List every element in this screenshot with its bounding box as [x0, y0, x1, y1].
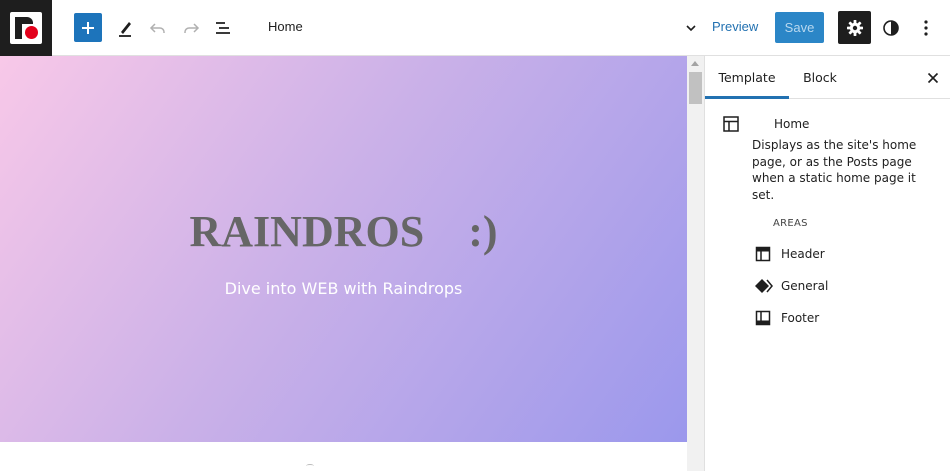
area-label-general: General: [781, 279, 829, 293]
redo-icon: [184, 23, 200, 33]
template-name: Home: [774, 117, 810, 131]
document-title[interactable]: Home: [268, 19, 303, 34]
settings-sidebar: Template Block Home Displays as the site…: [704, 56, 950, 471]
gear-icon: [846, 19, 863, 36]
area-item-general[interactable]: General: [753, 274, 828, 298]
footer-area-icon: [753, 308, 773, 328]
area-label-header: Header: [781, 247, 825, 261]
plus-icon: [82, 21, 94, 34]
more-vertical-icon: [924, 20, 928, 36]
tools-button[interactable]: [111, 14, 139, 42]
canvas-scrollbar[interactable]: [687, 56, 704, 471]
template-description: Displays as the site's home page, or as …: [752, 138, 917, 202]
more-options-button[interactable]: [914, 14, 938, 42]
content-edge: [306, 464, 314, 468]
tab-template[interactable]: Template: [705, 56, 789, 99]
list-view-icon: [216, 22, 230, 34]
styles-button[interactable]: [878, 14, 904, 42]
undo-button[interactable]: [144, 14, 172, 42]
header-area-icon: [753, 244, 773, 264]
add-block-button[interactable]: [74, 13, 102, 42]
site-title[interactable]: RAINDROS :): [0, 206, 687, 257]
settings-button[interactable]: [838, 11, 871, 44]
tab-block[interactable]: Block: [789, 56, 851, 99]
undo-icon: [149, 23, 165, 33]
half-circle-icon: [883, 20, 899, 36]
scrollbar-thumb[interactable]: [689, 72, 702, 104]
list-view-button[interactable]: [209, 14, 237, 42]
pencil-icon: [119, 22, 131, 37]
editor-canvas[interactable]: RAINDROS :) Dive into WEB with Raindrops: [0, 56, 687, 471]
area-item-footer[interactable]: Footer: [753, 306, 819, 330]
hero-cover-block[interactable]: RAINDROS :) Dive into WEB with Raindrops: [0, 56, 687, 442]
preview-button[interactable]: Preview: [712, 19, 758, 34]
site-tagline[interactable]: Dive into WEB with Raindrops: [0, 279, 687, 298]
area-label-footer: Footer: [781, 311, 820, 325]
redo-button[interactable]: [177, 14, 205, 42]
close-icon: [927, 72, 939, 84]
chevron-down-icon: [686, 25, 696, 32]
close-sidebar-button[interactable]: [923, 68, 943, 88]
scroll-up-arrow-icon[interactable]: [691, 61, 699, 66]
document-actions-button[interactable]: [680, 16, 702, 40]
save-button[interactable]: Save: [775, 12, 824, 43]
sidebar-tabs: Template Block: [705, 56, 950, 99]
general-area-icon: [753, 276, 773, 296]
site-logo[interactable]: [0, 0, 52, 56]
layout-icon: [721, 114, 741, 134]
raindrops-logo-icon: [10, 12, 42, 44]
areas-heading: AREAS: [773, 218, 808, 229]
editor-toolbar: Home Preview Save: [0, 0, 950, 56]
area-item-header[interactable]: Header: [753, 242, 825, 266]
